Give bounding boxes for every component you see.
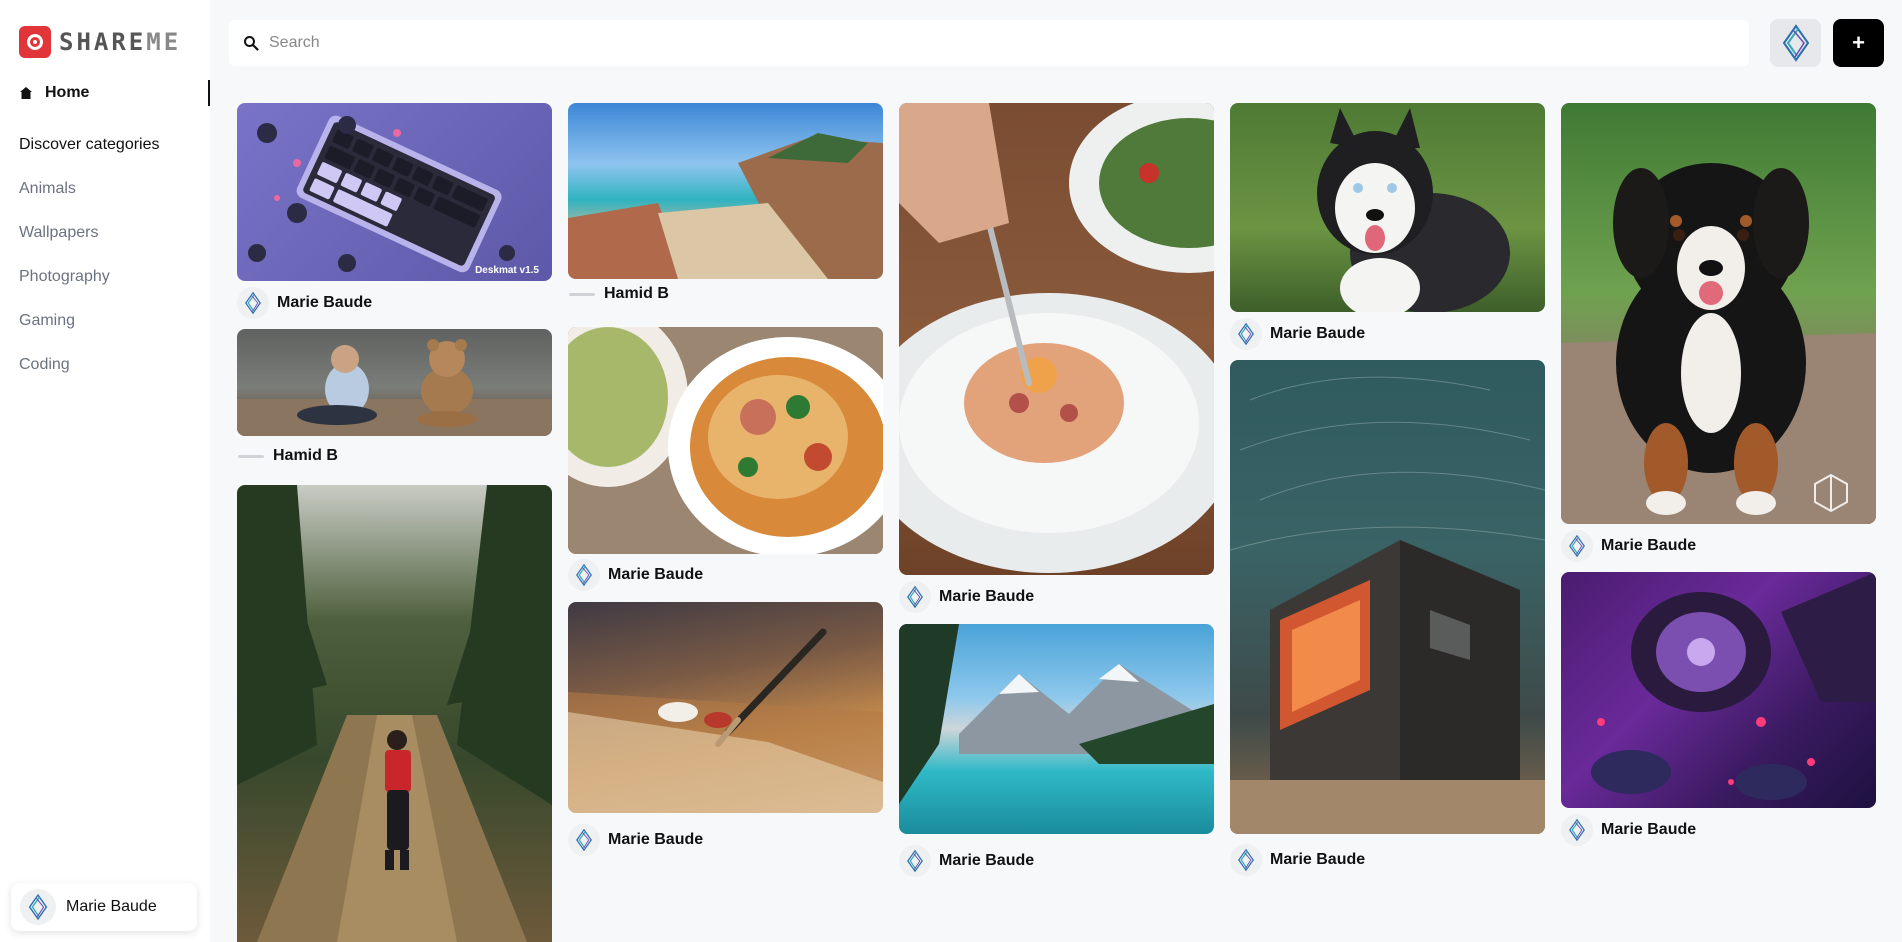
avatar [1230, 844, 1262, 876]
pin-image[interactable] [237, 485, 552, 942]
pin-author[interactable]: Marie Baude [899, 845, 1034, 877]
keyboard-image: Deskmat v1.5 [248, 115, 539, 276]
search-bar[interactable] [229, 20, 1749, 66]
pin-author[interactable]: Marie Baude [1561, 814, 1696, 846]
camera-icon [19, 26, 51, 58]
pin-author[interactable]: Marie Baude [237, 287, 372, 319]
avatar [1230, 318, 1262, 350]
avatar [899, 845, 931, 877]
pin-card[interactable] [237, 485, 552, 942]
pin-image[interactable] [899, 103, 1214, 575]
pin-card[interactable]: Marie Baude [899, 103, 1214, 613]
pin-card[interactable]: Marie Baude [568, 602, 883, 856]
avatar [568, 824, 600, 856]
pin-image[interactable] [1561, 103, 1876, 524]
gaming-desk-image [1591, 572, 1876, 800]
pin-author[interactable]: Marie Baude [899, 581, 1034, 613]
pin-image[interactable] [568, 327, 883, 554]
pin-author[interactable]: Marie Baude [568, 559, 703, 591]
mountain-lake-image [899, 624, 1214, 804]
pin-image[interactable] [1561, 572, 1876, 808]
avatar [568, 288, 596, 300]
pin-card[interactable]: Hamid B [237, 329, 552, 464]
pin-image[interactable] [899, 624, 1214, 834]
pin-author[interactable]: Hamid B [568, 285, 669, 303]
avatar [568, 559, 600, 591]
search-icon [244, 36, 259, 51]
sidebar-item-photography[interactable]: Photography [19, 268, 110, 286]
profile-avatar-button[interactable] [1770, 19, 1821, 67]
sidebar-item-label: Home [45, 84, 90, 101]
add-pin-button[interactable]: + [1833, 19, 1884, 67]
cabin-stars-image [1230, 376, 1545, 834]
sidebar-item-coding[interactable]: Coding [19, 356, 70, 374]
discover-categories-heading: Discover categories [19, 136, 160, 153]
pin-card[interactable]: Deskmat v1.5 Marie Baude [237, 103, 552, 319]
avatar [1561, 530, 1593, 562]
child-teddy-image [237, 339, 552, 436]
sidebar: SHAREME Home Discover categories Animals… [0, 0, 210, 942]
bernese-puppy-image [1561, 163, 1876, 524]
pin-author[interactable]: Marie Baude [1561, 530, 1696, 562]
avatar [237, 287, 269, 319]
svg-text:Deskmat v1.5: Deskmat v1.5 [475, 265, 539, 276]
sidebar-item-wallpapers[interactable]: Wallpapers [19, 224, 98, 242]
noodle-soup-image [568, 327, 883, 554]
pin-card[interactable]: Marie Baude [1561, 572, 1876, 846]
avatar [1561, 814, 1593, 846]
beach-image [568, 133, 883, 279]
sidebar-item-gaming[interactable]: Gaming [19, 312, 75, 330]
pin-card[interactable]: Marie Baude [1561, 103, 1876, 562]
user-name: Marie Baude [66, 898, 157, 915]
pin-image[interactable] [568, 602, 883, 813]
logo-text: SHAREME [59, 28, 182, 56]
pin-card[interactable]: Marie Baude [899, 624, 1214, 877]
pin-author[interactable]: Marie Baude [1230, 844, 1365, 876]
user-profile-card[interactable]: Marie Baude [11, 883, 197, 931]
avatar [20, 889, 56, 925]
sidebar-item-animals[interactable]: Animals [19, 180, 76, 198]
pin-card[interactable]: Marie Baude [568, 327, 883, 591]
pin-image[interactable] [1230, 360, 1545, 834]
avatar [1776, 23, 1816, 63]
pin-image[interactable] [237, 329, 552, 436]
forest-path-image [237, 485, 552, 942]
pin-image[interactable]: Deskmat v1.5 [237, 103, 552, 281]
pasta-plate-image [899, 103, 1214, 573]
pin-card[interactable]: Hamid B [568, 103, 883, 302]
sidebar-item-home[interactable]: Home [0, 80, 210, 106]
pin-image[interactable] [568, 103, 883, 279]
home-icon [20, 87, 32, 99]
avatar [237, 450, 265, 462]
pin-author[interactable]: Hamid B [237, 447, 338, 465]
search-input[interactable] [269, 34, 1669, 52]
paint-palette-image [568, 628, 883, 813]
husky-image [1317, 108, 1510, 312]
pin-image[interactable] [1230, 103, 1545, 312]
pin-author[interactable]: Marie Baude [568, 824, 703, 856]
logo[interactable]: SHAREME [19, 26, 181, 58]
pin-author[interactable]: Marie Baude [1230, 318, 1365, 350]
pin-card[interactable]: Marie Baude [1230, 360, 1545, 876]
avatar [899, 581, 931, 613]
pin-card[interactable]: Marie Baude [1230, 103, 1545, 350]
